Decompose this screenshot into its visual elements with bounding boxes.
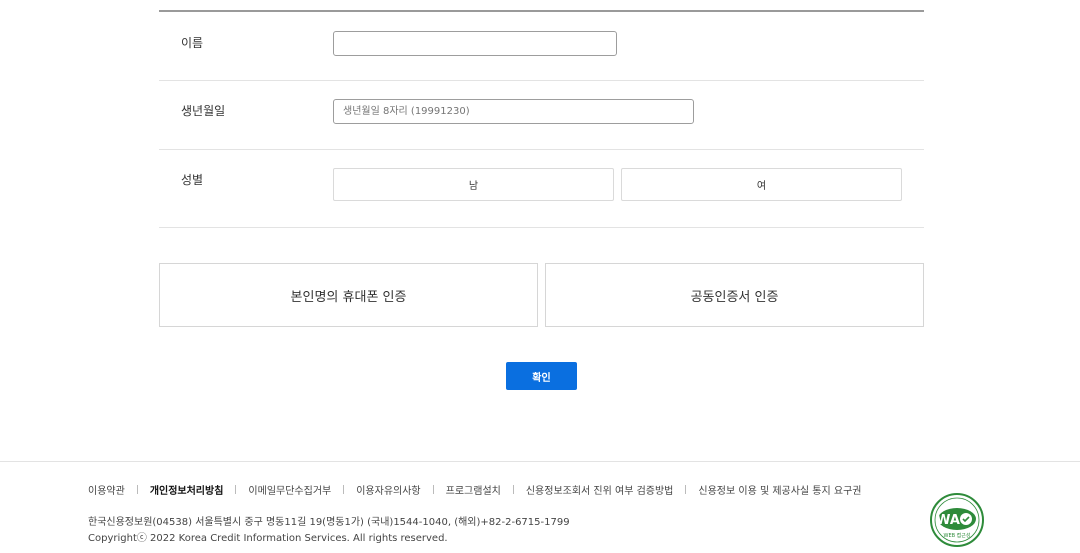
gender-row: 성별 남 여 — [159, 150, 924, 228]
footer-link-user-notice[interactable]: 이용자유의사항 — [356, 482, 420, 497]
birth-label: 생년월일 — [181, 104, 226, 118]
footer: 이용약관 개인정보처리방침 이메일무단수집거부 이용자유의사항 프로그램설치 신… — [0, 461, 1080, 553]
footer-link-terms[interactable]: 이용약관 — [88, 482, 125, 497]
footer-copyright: Copyrightⓒ 2022 Korea Credit Information… — [88, 533, 448, 544]
footer-link-notice-right[interactable]: 신용정보 이용 및 제공사실 통지 요구권 — [698, 482, 861, 497]
name-input[interactable] — [333, 31, 617, 56]
footer-link-privacy[interactable]: 개인정보처리방침 — [150, 482, 224, 497]
footer-link-email-refusal[interactable]: 이메일무단수집거부 — [248, 482, 331, 497]
footer-separator — [432, 485, 434, 494]
name-label: 이름 — [181, 36, 204, 50]
web-accessibility-badge-icon: WA WEB 접근성 — [930, 493, 984, 547]
badge-subtext: WEB 접근성 — [944, 532, 971, 539]
footer-link-program-install[interactable]: 프로그램설치 — [446, 482, 501, 497]
identity-form: 이름 생년월일 성별 남 여 — [159, 10, 924, 228]
certificate-auth-button[interactable]: 공동인증서 인증 — [545, 263, 924, 327]
footer-links: 이용약관 개인정보처리방침 이메일무단수집거부 이용자유의사항 프로그램설치 신… — [88, 482, 861, 497]
footer-address: 한국신용정보원(04538) 서울특별시 중구 명동11길 19(명동1가) (… — [88, 517, 570, 528]
gender-male-button[interactable]: 남 — [333, 168, 614, 201]
footer-separator — [343, 485, 345, 494]
gender-label: 성별 — [181, 173, 204, 187]
footer-separator — [136, 485, 138, 494]
footer-separator — [512, 485, 514, 494]
phone-auth-button[interactable]: 본인명의 휴대폰 인증 — [159, 263, 538, 327]
footer-link-verify[interactable]: 신용정보조회서 진위 여부 검증방법 — [526, 482, 674, 497]
gender-female-button[interactable]: 여 — [621, 168, 902, 201]
footer-separator — [685, 485, 687, 494]
confirm-button[interactable]: 확인 — [506, 362, 577, 390]
footer-separator — [235, 485, 237, 494]
badge-text: WA — [936, 513, 960, 528]
birth-row: 생년월일 — [159, 81, 924, 150]
birth-input[interactable] — [333, 99, 694, 124]
name-row: 이름 — [159, 12, 924, 81]
